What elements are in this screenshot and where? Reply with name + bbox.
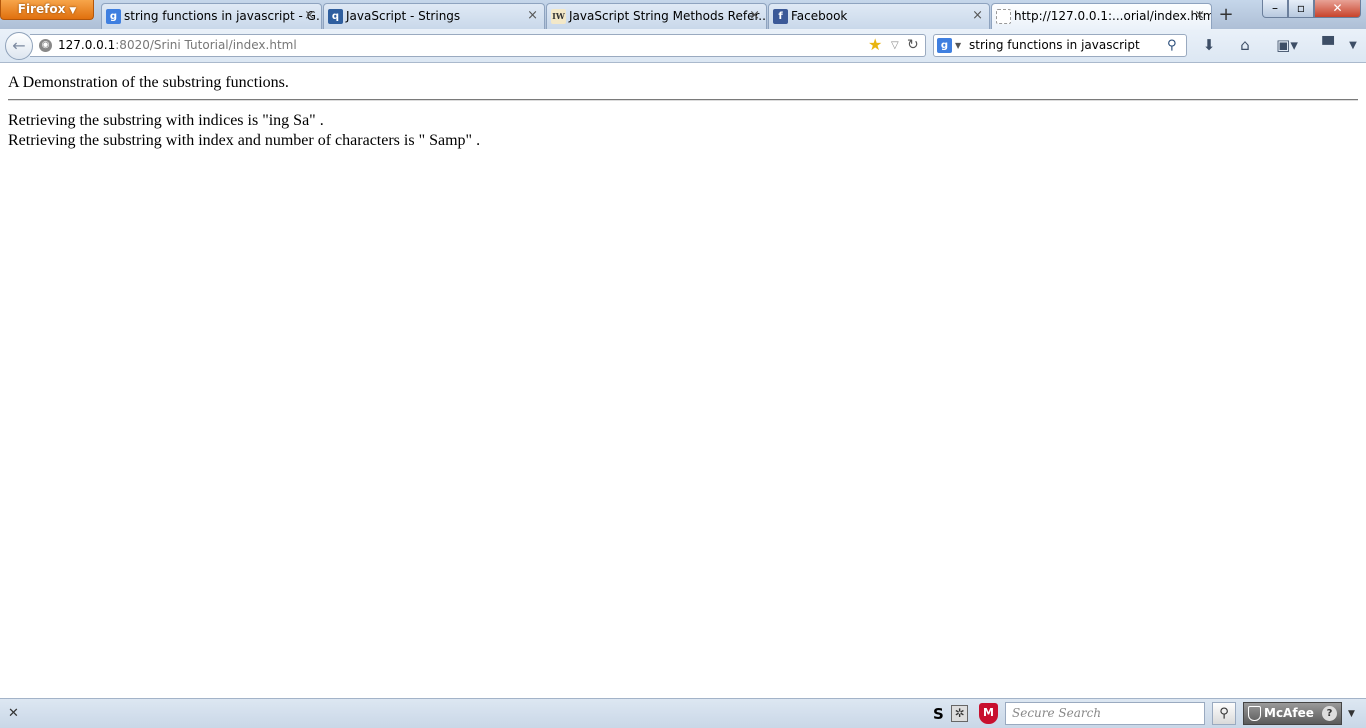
tab-javascript-strings[interactable]: q JavaScript - Strings × [323,3,545,29]
chevron-down-icon[interactable]: ▼ [1346,34,1360,57]
s-addon-icon[interactable]: S [933,704,944,724]
page-content: A Demonstration of the substring functio… [0,64,1366,698]
firefox-menu-button[interactable]: Firefox ▼ [0,0,94,20]
url-bar[interactable]: ◉ 127.0.0.1:8020/Srini Tutorial/index.ht… [30,34,926,57]
google-icon: g [106,9,121,24]
tab-title: Facebook [791,9,848,23]
chevron-down-icon[interactable]: ▼ [955,35,961,56]
tab-strip: Firefox ▼ g string functions in javascrip… [0,0,1366,30]
globe-icon: ◉ [39,39,52,52]
search-input[interactable]: string functions in javascript [969,35,1140,56]
close-icon[interactable]: × [749,4,760,28]
home-icon[interactable]: ⌂ [1234,34,1256,57]
iw-icon: IW [551,9,566,24]
search-icon[interactable]: ⚲ [1167,35,1177,56]
search-icon[interactable]: ⚲ [1212,702,1236,725]
close-icon[interactable]: ✕ [8,704,19,724]
tab-string-methods-reference[interactable]: IW JavaScript String Methods Refer... × [546,3,767,29]
navigation-toolbar: ◉ 127.0.0.1:8020/Srini Tutorial/index.ht… [0,29,1366,63]
maximize-button[interactable]: ▫ [1288,0,1314,18]
tab-google-search[interactable]: g string functions in javascript - G... … [101,3,322,29]
horizontal-rule [8,99,1358,101]
gear-icon[interactable]: ✲ [951,705,968,722]
shield-icon [1248,706,1261,721]
search-bar[interactable]: g ▼ string functions in javascript ⚲ [933,34,1187,57]
tab-facebook[interactable]: f Facebook × [768,3,990,29]
back-button[interactable]: ← [5,32,33,60]
mcafee-shield-icon[interactable]: M [979,703,998,724]
mcafee-label: McAfee [1264,706,1314,720]
bookmark-star-icon[interactable]: ★ [868,35,882,55]
substr-length-result: Retrieving the substring with index and … [8,132,481,149]
mcafee-button[interactable]: McAfee ? [1243,702,1342,725]
tophat-icon[interactable]: ▀ [1318,34,1338,57]
url-host: 127.0.0.1 [58,38,116,52]
chevron-down-icon: ▼ [69,6,77,16]
substring-indices-result: Retrieving the substring with indices is… [8,112,324,129]
new-tab-button[interactable]: + [1213,4,1239,28]
close-icon[interactable]: × [527,4,538,28]
facebook-icon: f [773,9,788,24]
google-icon[interactable]: g [937,38,952,53]
addon-bar: ✕ S ✲ M Secure Search ⚲ McAfee ? ▼ [0,698,1366,728]
history-dropdown-icon[interactable]: ▽ [891,35,899,56]
bookmarks-menu-icon[interactable]: ▣▾ [1270,34,1304,57]
chevron-down-icon[interactable]: ▼ [1348,704,1355,724]
url-text: 127.0.0.1:8020/Srini Tutorial/index.html [58,35,297,56]
reload-icon[interactable]: ↻ [907,35,919,56]
firefox-menu-label: Firefox [17,2,66,16]
tab-local-index[interactable]: http://127.0.0.1:...orial/index.html × [991,3,1212,30]
window-close-button[interactable]: ✕ [1314,0,1361,18]
url-path: :8020/Srini Tutorial/index.html [115,38,297,52]
tab-title: JavaScript String Methods Refer... [569,9,767,23]
tab-title: string functions in javascript - G... [124,9,322,23]
minimize-button[interactable]: – [1262,0,1288,18]
blank-page-icon [996,9,1011,24]
secure-search-input[interactable]: Secure Search [1005,702,1205,725]
download-icon[interactable]: ⬇ [1199,34,1219,57]
tutorialspoint-icon: q [328,9,343,24]
close-icon[interactable]: × [972,4,983,28]
help-icon[interactable]: ? [1322,706,1337,721]
close-icon[interactable]: × [1194,4,1205,28]
tab-title: JavaScript - Strings [346,9,461,23]
page-heading: A Demonstration of the substring functio… [8,74,289,91]
close-icon[interactable]: × [304,4,315,28]
tab-title: http://127.0.0.1:...orial/index.html [1014,9,1212,23]
